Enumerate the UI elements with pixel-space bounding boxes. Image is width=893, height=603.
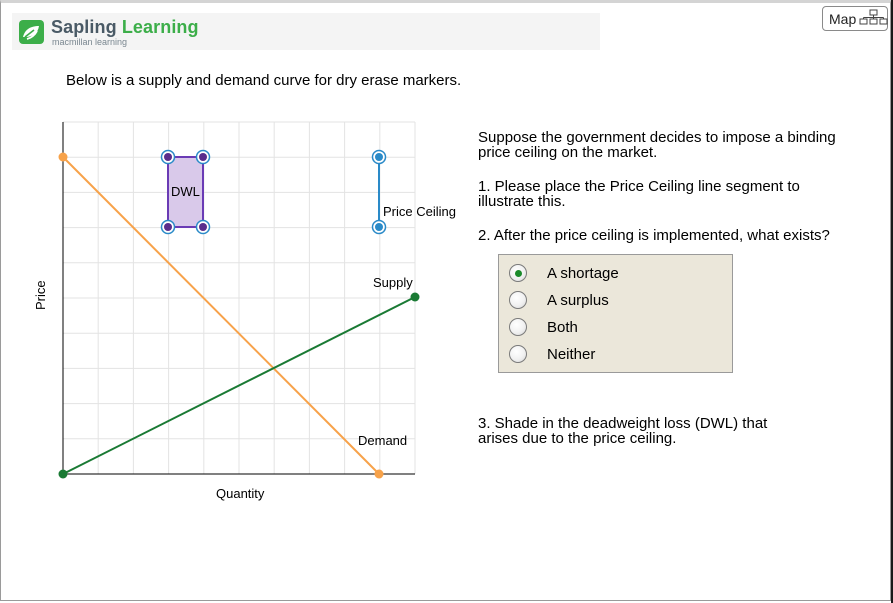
option-both[interactable]: Both: [509, 316, 578, 338]
x-axis-label: Quantity: [216, 486, 265, 501]
map-button-label: Map: [829, 10, 857, 27]
demand-handle-bottom[interactable]: [374, 469, 384, 479]
option-label: A surplus: [547, 291, 609, 309]
option-label: Neither: [547, 345, 596, 363]
question-intro: Suppose the government decides to impose…: [478, 129, 836, 161]
option-neither[interactable]: Neither: [509, 343, 595, 365]
price-ceiling-handle-top[interactable]: [371, 149, 387, 165]
demand-curve[interactable]: [62, 156, 380, 475]
price-ceiling-label: Price Ceiling: [383, 204, 456, 219]
dwl-handle-top-left[interactable]: [160, 149, 176, 165]
question-1: 1. Please place the Price Ceiling line s…: [478, 178, 800, 210]
demand-label: Demand: [358, 433, 407, 448]
y-axis-label: Price: [33, 280, 48, 310]
dwl-handle-bottom-left[interactable]: [160, 219, 176, 235]
supply-handle-bottom[interactable]: [58, 469, 68, 479]
question-3: 3. Shade in the deadweight loss (DWL) th…: [478, 415, 768, 447]
supply-handle-top[interactable]: [410, 292, 420, 302]
supply-demand-graph[interactable]: DWL Price Ceiling Supply Demand Quantity…: [0, 0, 470, 520]
option-surplus[interactable]: A surplus: [509, 289, 609, 311]
dwl-handle-bottom-right[interactable]: [195, 219, 211, 235]
price-ceiling-handle-bottom[interactable]: [371, 219, 387, 235]
graph-grid: [63, 121, 416, 474]
option-shortage[interactable]: A shortage: [509, 262, 619, 284]
map-button[interactable]: Map: [822, 6, 888, 31]
dwl-handle-top-right[interactable]: [195, 149, 211, 165]
answer-options: A shortage A surplus Both Neither: [498, 254, 733, 373]
dwl-label: DWL: [171, 184, 200, 199]
radio-neither[interactable]: [509, 345, 527, 363]
radio-both[interactable]: [509, 318, 527, 336]
demand-handle-top[interactable]: [58, 152, 68, 162]
supply-label: Supply: [373, 275, 413, 290]
option-label: A shortage: [547, 264, 619, 282]
radio-surplus[interactable]: [509, 291, 527, 309]
radio-shortage[interactable]: [509, 264, 527, 282]
option-label: Both: [547, 318, 578, 336]
question-2: 2. After the price ceiling is implemente…: [478, 227, 830, 244]
sitemap-icon: [859, 9, 889, 28]
